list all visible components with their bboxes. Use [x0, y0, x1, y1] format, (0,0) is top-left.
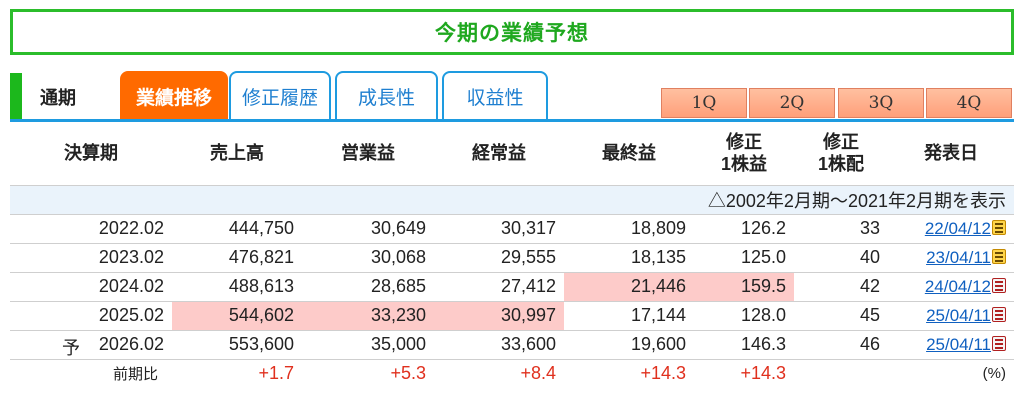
- row-net: 21,446: [564, 272, 694, 302]
- comparison-net: +14.3: [640, 363, 686, 384]
- comparison-label: 前期比: [112, 366, 158, 384]
- tab-profitability[interactable]: 収益性: [442, 71, 548, 120]
- tab-performance-history[interactable]: 業績推移: [120, 71, 228, 120]
- row-period: 2022.02: [10, 214, 172, 244]
- comparison-row: 前期比 +1.7 +5.3 +8.4 +14.3 +14.3 (%): [10, 359, 1014, 388]
- row-ordinary: 33,600: [434, 330, 564, 360]
- tab-growth[interactable]: 成長性: [335, 71, 438, 120]
- header-period: 決算期: [10, 122, 172, 186]
- ttl-doc-icon[interactable]: [992, 249, 1006, 264]
- row-period: 2025.02: [10, 301, 172, 331]
- quarter-1q-button[interactable]: 1Q: [661, 88, 747, 118]
- period-label: 通期: [40, 88, 76, 109]
- section-title: 今期の業績予想: [435, 21, 589, 45]
- row-dps: 45: [794, 301, 888, 331]
- table-header-row: 決算期 売上高 営業益 経常益 最終益 修正 1株益 修正 1株配 発表日: [10, 122, 1014, 186]
- header-eps-line1: 修正: [726, 132, 762, 153]
- show-past-periods-link[interactable]: △2002年2月期～2021年2月期を表示: [10, 185, 1014, 215]
- comparison-unit: (%): [982, 365, 1006, 383]
- table-row: 2025.02 544,602 33,230 30,997 17,144 128…: [10, 301, 1014, 331]
- comparison-dps: [794, 359, 888, 388]
- pdf-doc-icon[interactable]: [992, 307, 1006, 322]
- row-ordinary: 29,555: [434, 243, 564, 273]
- row-dps: 33: [794, 214, 888, 244]
- row-net: 17,144: [564, 301, 694, 331]
- header-dps-line2: 1株配: [817, 154, 864, 175]
- row-operating: 30,068: [302, 243, 434, 273]
- header-dps: 修正 1株配: [794, 122, 888, 186]
- comparison-ordinary: +8.4: [520, 363, 556, 384]
- announce-date-link[interactable]: 25/04/11: [926, 335, 991, 354]
- row-eps: 146.3: [694, 330, 794, 360]
- announce-date-link[interactable]: 23/04/11: [926, 248, 991, 267]
- row-dps: 40: [794, 243, 888, 273]
- row-sales: 476,821: [172, 243, 302, 273]
- row-date: 23/04/11: [888, 243, 1014, 273]
- row-period: 2024.02: [10, 272, 172, 302]
- row-net: 19,600: [564, 330, 694, 360]
- row-ordinary: 30,997: [434, 301, 564, 331]
- row-operating: 30,649: [302, 214, 434, 244]
- pdf-doc-icon[interactable]: [992, 336, 1006, 351]
- row-dps: 46: [794, 330, 888, 360]
- row-sales: 544,602: [172, 301, 302, 331]
- comparison-sales: +1.7: [258, 363, 294, 384]
- row-sales: 444,750: [172, 214, 302, 244]
- past-periods-row[interactable]: △2002年2月期～2021年2月期を表示: [10, 185, 1014, 215]
- tab-bar: 通期 業績推移 修正履歴 成長性 収益性 1Q 2Q 3Q 4Q: [10, 70, 1014, 122]
- pdf-doc-icon[interactable]: [992, 278, 1006, 293]
- table-row: 2024.02 488,613 28,685 27,412 21,446 159…: [10, 272, 1014, 302]
- row-date: 25/04/11: [888, 301, 1014, 331]
- row-eps: 126.2: [694, 214, 794, 244]
- earnings-table: 決算期 売上高 営業益 経常益 最終益 修正 1株益 修正 1株配 発表日 △200…: [10, 122, 1014, 388]
- row-period: 予 2026.02: [10, 330, 172, 360]
- row-sales: 488,613: [172, 272, 302, 302]
- period-marker: [10, 73, 22, 119]
- quarter-4q-button[interactable]: 4Q: [926, 88, 1012, 118]
- row-operating: 35,000: [302, 330, 434, 360]
- row-eps: 159.5: [694, 272, 794, 302]
- quarter-2q-button[interactable]: 2Q: [749, 88, 835, 118]
- row-eps: 125.0: [694, 243, 794, 273]
- row-ordinary: 30,317: [434, 214, 564, 244]
- row-net: 18,809: [564, 214, 694, 244]
- ttl-doc-icon[interactable]: [992, 220, 1006, 235]
- table-row: 2022.02 444,750 30,649 30,317 18,809 126…: [10, 214, 1014, 244]
- quarter-3q-button[interactable]: 3Q: [838, 88, 924, 118]
- announce-date-link[interactable]: 22/04/12: [925, 219, 991, 238]
- row-sales: 553,600: [172, 330, 302, 360]
- header-ordinary-profit: 経常益: [434, 122, 564, 186]
- section-title-box: 今期の業績予想: [10, 9, 1014, 55]
- table-row: 予 2026.02 553,600 35,000 33,600 19,600 14…: [10, 330, 1014, 360]
- comparison-eps: +14.3: [740, 363, 786, 384]
- row-date: 22/04/12: [888, 214, 1014, 244]
- comparison-operating: +5.3: [390, 363, 426, 384]
- row-ordinary: 27,412: [434, 272, 564, 302]
- header-net-profit: 最終益: [564, 122, 694, 186]
- row-dps: 42: [794, 272, 888, 302]
- header-sales: 売上高: [172, 122, 302, 186]
- row-date: 25/04/11: [888, 330, 1014, 360]
- announce-date-link[interactable]: 25/04/11: [926, 306, 991, 325]
- forecast-mark: 予: [62, 338, 80, 358]
- row-period: 2023.02: [10, 243, 172, 273]
- header-dps-line1: 修正: [823, 132, 859, 153]
- header-eps-line2: 1株益: [720, 154, 767, 175]
- announce-date-link[interactable]: 24/04/12: [925, 277, 991, 296]
- header-operating-profit: 営業益: [302, 122, 434, 186]
- row-operating: 33,230: [302, 301, 434, 331]
- header-eps: 修正 1株益: [694, 122, 794, 186]
- row-net: 18,135: [564, 243, 694, 273]
- tab-revision-history[interactable]: 修正履歴: [229, 71, 331, 120]
- row-eps: 128.0: [694, 301, 794, 331]
- header-announce-date: 発表日: [888, 122, 1014, 186]
- row-date: 24/04/12: [888, 272, 1014, 302]
- row-operating: 28,685: [302, 272, 434, 302]
- table-row: 2023.02 476,821 30,068 29,555 18,135 125…: [10, 243, 1014, 273]
